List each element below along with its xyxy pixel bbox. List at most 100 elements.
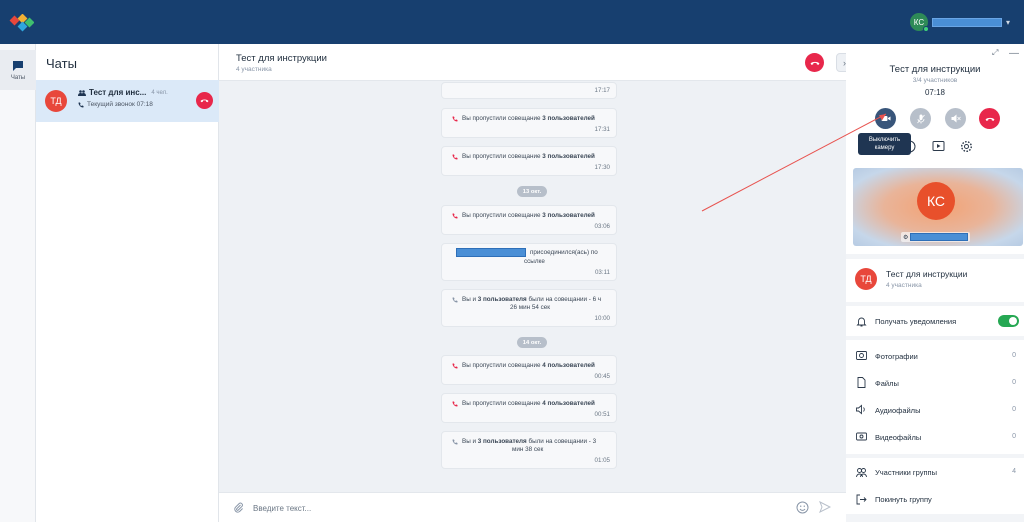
end-call-button[interactable] bbox=[805, 53, 824, 72]
attach-icon[interactable] bbox=[233, 502, 244, 513]
missed-call-icon bbox=[452, 154, 458, 159]
message-text-bold: 4 пользователей bbox=[542, 400, 595, 407]
group-subtitle: 4 участника bbox=[886, 282, 922, 289]
camera-icon bbox=[881, 116, 890, 121]
message-text-bold: 3 пользователей bbox=[542, 212, 595, 219]
notifications-row: Получать уведомления bbox=[846, 306, 1024, 336]
mic-toggle-button[interactable] bbox=[910, 108, 931, 129]
redacted-user-name bbox=[456, 248, 526, 257]
photo-icon bbox=[856, 351, 867, 360]
chat-call-status: Текущий звонок 07:18 bbox=[87, 101, 153, 108]
media-label: Файлы bbox=[875, 379, 899, 388]
app-logo-icon[interactable] bbox=[8, 14, 34, 34]
audio-icon bbox=[856, 404, 865, 415]
message-bubble: Вы пропустили совещание 3 пользователей … bbox=[441, 108, 617, 138]
exit-icon bbox=[856, 494, 867, 505]
camera-toggle-button[interactable] bbox=[875, 108, 896, 129]
message-time: 01:05 bbox=[594, 457, 610, 464]
hangup-icon bbox=[200, 99, 209, 103]
nav-item-label: Чаты bbox=[10, 74, 26, 81]
missed-call-icon bbox=[452, 363, 458, 368]
conversation-panel: Тест для инструкции 4 участника › 17:17 … bbox=[219, 44, 853, 522]
message-text-bold: 4 пользователей bbox=[542, 362, 595, 369]
missed-call-icon bbox=[452, 213, 458, 218]
message-bubble: Вы пропустили совещание 4 пользователей … bbox=[441, 393, 617, 423]
date-separator: 14 окт. bbox=[517, 337, 547, 348]
shrink-icon[interactable]: ⤢ bbox=[992, 48, 998, 58]
media-list: Фотографии 0 Файлы 0 Аудиофайлы 0 Видеоф… bbox=[846, 340, 1024, 454]
message-composer bbox=[219, 492, 846, 522]
message-text-bold: 3 пользователя bbox=[477, 438, 527, 445]
hangup-button[interactable] bbox=[196, 92, 213, 109]
message-text: ссылке bbox=[524, 258, 545, 265]
chat-bubble-icon bbox=[13, 60, 23, 71]
mic-off-icon: ⚙ bbox=[903, 234, 909, 241]
message-input[interactable] bbox=[253, 500, 753, 516]
group-members-label: Участники группы bbox=[875, 468, 937, 477]
message-time: 17:31 bbox=[594, 126, 610, 133]
message-text: Вы и bbox=[462, 438, 478, 445]
message-time: 03:11 bbox=[594, 269, 610, 276]
tooltip-line: камеру bbox=[874, 145, 895, 151]
conversation-subtitle: 4 участника bbox=[236, 66, 272, 73]
missed-call-icon bbox=[452, 116, 458, 121]
group-title: Тест для инструкции bbox=[886, 269, 968, 279]
chat-avatar: ТД bbox=[45, 90, 67, 112]
message-text: Вы пропустили совещание bbox=[462, 115, 543, 122]
top-bar: КС ▾ bbox=[0, 0, 1024, 44]
message-bubble: Вы пропустили совещание 3 пользователей … bbox=[441, 146, 617, 176]
file-icon bbox=[857, 377, 866, 388]
call-icon bbox=[452, 297, 458, 302]
participant-video-tile[interactable]: КС ⚙ bbox=[853, 168, 1023, 246]
message-bubble: присоединился(ась) по ссылке 03:11 bbox=[441, 243, 617, 281]
message-text: Вы пропустили совещание bbox=[462, 153, 543, 160]
settings-gear-icon[interactable] bbox=[960, 140, 973, 153]
mic-off-icon bbox=[916, 114, 925, 123]
participant-name-label: ⚙ bbox=[901, 232, 971, 242]
user-avatar[interactable]: КС bbox=[909, 13, 929, 32]
notifications-label: Получать уведомления bbox=[875, 317, 957, 326]
message-text: были на совещании - 3 bbox=[526, 438, 597, 445]
message-bubble: 17:17 bbox=[441, 82, 617, 99]
chevron-down-icon[interactable]: ▾ bbox=[1006, 18, 1010, 27]
notifications-toggle[interactable] bbox=[998, 315, 1019, 327]
redacted-user-name bbox=[931, 17, 1002, 27]
media-label: Фотографии bbox=[875, 352, 918, 361]
chat-list-item[interactable]: ТД Тест для инс... 4 чел. Текущий звонок… bbox=[36, 80, 219, 122]
present-icon[interactable] bbox=[932, 140, 945, 153]
message-text-bold: 3 пользователей bbox=[542, 115, 595, 122]
media-count: 0 bbox=[1012, 433, 1016, 440]
chat-name: Тест для инс... bbox=[89, 88, 147, 97]
call-icon bbox=[452, 439, 458, 444]
minimize-icon[interactable]: — bbox=[1009, 48, 1019, 59]
user-menu[interactable]: КС ▾ bbox=[909, 13, 1010, 32]
call-widget: ⤢ — Тест для инструкции 3/4 участников 0… bbox=[846, 44, 1024, 254]
group-icon bbox=[78, 89, 86, 96]
send-icon[interactable] bbox=[819, 501, 831, 513]
message-text-bold: 3 пользователей bbox=[542, 153, 595, 160]
conversation-title[interactable]: Тест для инструкции bbox=[236, 53, 327, 64]
group-info-card[interactable]: ТД Тест для инструкции 4 участника bbox=[846, 259, 1024, 302]
call-timer: 07:18 bbox=[924, 88, 946, 97]
message-text: были на совещании - 6 ч bbox=[526, 296, 602, 303]
video-icon bbox=[856, 432, 867, 441]
media-label: Аудиофайлы bbox=[875, 406, 921, 415]
group-avatar: ТД bbox=[855, 268, 877, 290]
nav-item-chats[interactable]: Чаты bbox=[0, 50, 36, 90]
message-text: Вы и bbox=[462, 296, 478, 303]
speaker-toggle-button[interactable] bbox=[945, 108, 966, 129]
end-call-button[interactable] bbox=[979, 108, 1000, 129]
user-initials: КС bbox=[913, 17, 925, 27]
participant-avatar: КС bbox=[917, 182, 955, 220]
leave-group-label: Покинуть группу bbox=[875, 495, 932, 504]
message-text: присоединился(ась) по bbox=[530, 249, 598, 256]
tooltip-line: Выключить bbox=[868, 137, 901, 143]
chats-title: Чаты bbox=[46, 56, 77, 71]
group-members-count: 4 bbox=[1012, 468, 1016, 475]
media-label: Видеофайлы bbox=[875, 433, 922, 442]
redacted-user-name bbox=[910, 233, 969, 241]
emoji-icon[interactable] bbox=[796, 501, 809, 514]
message-time: 00:51 bbox=[594, 411, 610, 418]
chat-member-count: 4 чел. bbox=[151, 89, 168, 96]
hangup-icon bbox=[810, 61, 819, 65]
